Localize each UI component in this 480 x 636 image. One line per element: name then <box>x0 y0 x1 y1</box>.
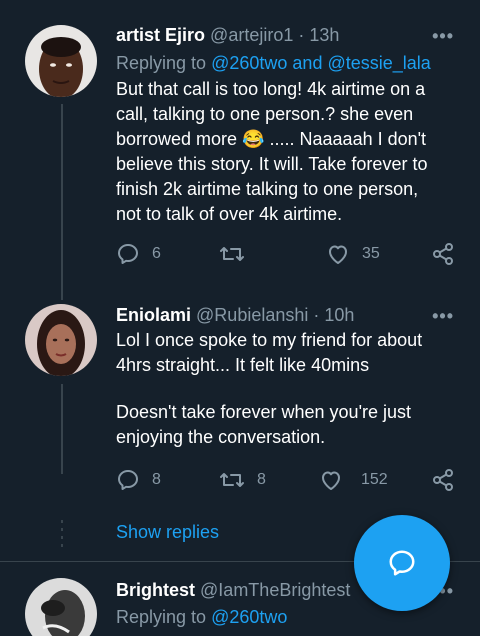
like-icon <box>322 471 340 490</box>
share-button[interactable] <box>431 467 455 493</box>
text-line: borrowed more 😂 ..... Naaaaah I don't <box>116 127 461 152</box>
mention-link[interactable]: @tessie_lala <box>327 53 430 73</box>
thread-line <box>61 384 63 474</box>
text-line: call, talking to one person.? she even <box>116 104 414 124</box>
tweet-actions: 6 35 <box>116 241 461 267</box>
mention-and[interactable]: and <box>292 53 322 73</box>
share-button[interactable] <box>431 241 455 267</box>
replying-to-label: Replying to <box>116 53 207 73</box>
thread-line <box>61 286 63 300</box>
text-line: enjoying the conversation. <box>116 427 326 447</box>
compose-reply-button[interactable] <box>354 515 450 611</box>
share-icon <box>433 243 453 265</box>
text-line: finish 2k airtime talking to one person, <box>116 179 419 199</box>
text-line: 4hrs straight... It felt like 40mins <box>116 355 370 375</box>
timestamp[interactable]: · 13h <box>298 25 339 45</box>
share-icon <box>433 469 453 491</box>
tweet-text: But that call is too long! 4k airtime on… <box>116 77 461 227</box>
mention-link[interactable]: @260two <box>211 607 287 627</box>
display-name[interactable]: artist Ejiro <box>116 25 205 45</box>
reply-icon <box>118 244 138 264</box>
compose-reply-icon <box>389 550 415 576</box>
avatar-rubielanshi[interactable] <box>25 304 97 376</box>
text-line: Lol I once spoke to my friend for about <box>116 330 423 350</box>
user-handle[interactable]: @IamTheBrightest <box>200 580 350 600</box>
text-line: Doesn't take forever when you're just <box>116 402 412 422</box>
timestamp[interactable]: · 10h <box>313 305 354 325</box>
display-name[interactable]: Brightest <box>116 580 195 600</box>
show-replies-link[interactable]: Show replies <box>116 522 219 543</box>
like-button[interactable]: 152 <box>319 467 388 493</box>
thread-dots <box>61 520 63 552</box>
retweet-icon <box>220 247 244 261</box>
reply-button[interactable]: 6 <box>116 241 161 267</box>
replying-to: Replying to @260two <box>116 606 287 628</box>
like-button[interactable]: 35 <box>326 241 380 267</box>
display-name[interactable]: Eniolami <box>116 305 191 325</box>
text-line: not to talk of over 4k airtime. <box>116 204 343 224</box>
tweet-header: Brightest @IamTheBrightest <box>116 579 350 601</box>
tweet-header: artist Ejiro @artejiro1 · 13h <box>116 24 339 46</box>
text-fragment: borrowed more <box>116 129 238 149</box>
retweet-icon <box>220 473 244 487</box>
reply-icon <box>118 470 138 490</box>
like-count: 35 <box>362 245 380 262</box>
reply-button[interactable]: 8 <box>116 467 161 493</box>
avatar-iamthebrightest[interactable] <box>25 578 97 636</box>
replying-to-label: Replying to <box>116 607 207 627</box>
like-count: 152 <box>361 471 388 488</box>
reply-count: 8 <box>152 471 161 488</box>
user-handle[interactable]: @Rubielanshi <box>196 305 308 325</box>
more-icon[interactable]: ••• <box>432 306 454 327</box>
text-line: believe this story. It will. Take foreve… <box>116 154 428 174</box>
retweet-count: 8 <box>257 471 266 488</box>
replying-to: Replying to @260two and @tessie_lala <box>116 52 431 74</box>
text-line: But that call is too long! 4k airtime on… <box>116 79 426 99</box>
avatar-artejiro1[interactable] <box>25 25 97 97</box>
text-fragment: ..... Naaaaah I don't <box>269 129 427 149</box>
retweet-button[interactable]: 8 <box>219 467 266 493</box>
laughing-emoji: 😂 <box>242 129 265 149</box>
thread-line <box>61 104 63 286</box>
reply-count: 6 <box>152 245 161 262</box>
tweet-actions: 8 8 152 <box>116 467 461 493</box>
mention-link[interactable]: @260two <box>211 53 287 73</box>
retweet-button[interactable] <box>219 241 257 267</box>
more-icon[interactable]: ••• <box>432 26 454 47</box>
tweet-artejiro1[interactable]: artist Ejiro @artejiro1 · 13h ••• Replyi… <box>0 0 480 286</box>
like-icon <box>329 245 347 264</box>
user-handle[interactable]: @artejiro1 <box>210 25 293 45</box>
tweet-header: Eniolami @Rubielanshi · 10h <box>116 304 354 326</box>
tweet-text: Lol I once spoke to my friend for about … <box>116 328 461 450</box>
